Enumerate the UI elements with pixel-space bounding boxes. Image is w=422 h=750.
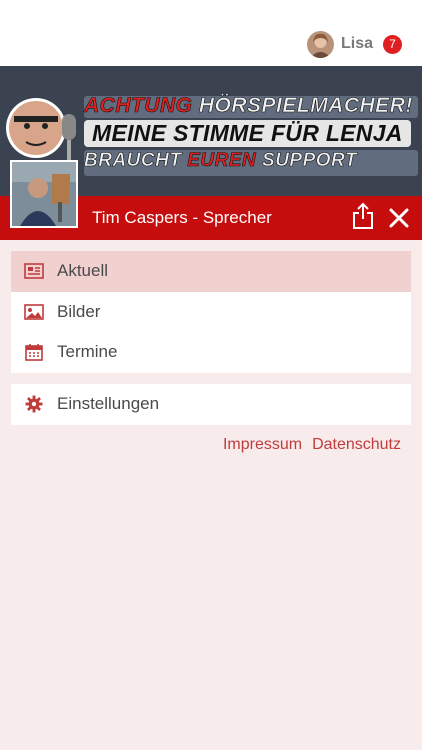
impressum-link[interactable]: Impressum (223, 436, 302, 454)
profile-thumbnail (10, 160, 78, 228)
menu-item-bilder[interactable]: Bilder (11, 292, 411, 333)
banner-word-achtung: ACHTUNG (84, 94, 193, 118)
page-title: Tim Caspers - Sprecher (92, 208, 272, 227)
banner-word-braucht: BRAUCHT (84, 150, 182, 172)
user-name[interactable]: Lisa (341, 35, 373, 53)
close-button[interactable] (386, 205, 412, 231)
banner-word-support: SUPPORT (262, 150, 358, 172)
banner-line-1: ACHTUNG HÖRSPIELMACHER! (84, 94, 413, 118)
user-menu[interactable]: Lisa 7 (306, 30, 402, 58)
newspaper-icon (23, 260, 45, 282)
notification-badge[interactable]: 7 (383, 34, 402, 54)
gear-icon (23, 393, 45, 415)
banner-line-2: MEINE STIMME FÜR LENJA (84, 120, 411, 147)
calendar-icon (23, 341, 45, 363)
menu-item-einstellungen[interactable]: Einstellungen (11, 384, 411, 425)
datenschutz-link[interactable]: Datenschutz (312, 436, 401, 454)
menu-item-label: Einstellungen (57, 394, 160, 414)
avatar[interactable] (306, 30, 334, 58)
menu-item-aktuell[interactable]: Aktuell (11, 251, 411, 292)
nav-menu: Aktuell Bilder Termine (11, 251, 411, 373)
banner-text: ACHTUNG HÖRSPIELMACHER! MEINE STIMME FÜR… (84, 66, 422, 196)
menu-item-label: Aktuell (57, 261, 109, 281)
banner-word-hoerspielmacher: HÖRSPIELMACHER! (198, 94, 413, 118)
share-icon (353, 202, 373, 229)
menu-item-label: Bilder (57, 301, 101, 321)
banner-line-3: BRAUCHT EUREN SUPPORT (84, 150, 357, 172)
settings-menu: Einstellungen (11, 384, 411, 425)
top-bar: Lisa 7 (0, 0, 422, 66)
close-icon (389, 208, 409, 228)
menu-item-termine[interactable]: Termine (11, 332, 411, 373)
share-button[interactable] (350, 202, 376, 230)
footer-links: Impressum Datenschutz (213, 436, 401, 454)
banner-word-euren: EUREN (187, 150, 257, 172)
image-icon (23, 301, 45, 323)
menu-item-label: Termine (57, 342, 118, 362)
